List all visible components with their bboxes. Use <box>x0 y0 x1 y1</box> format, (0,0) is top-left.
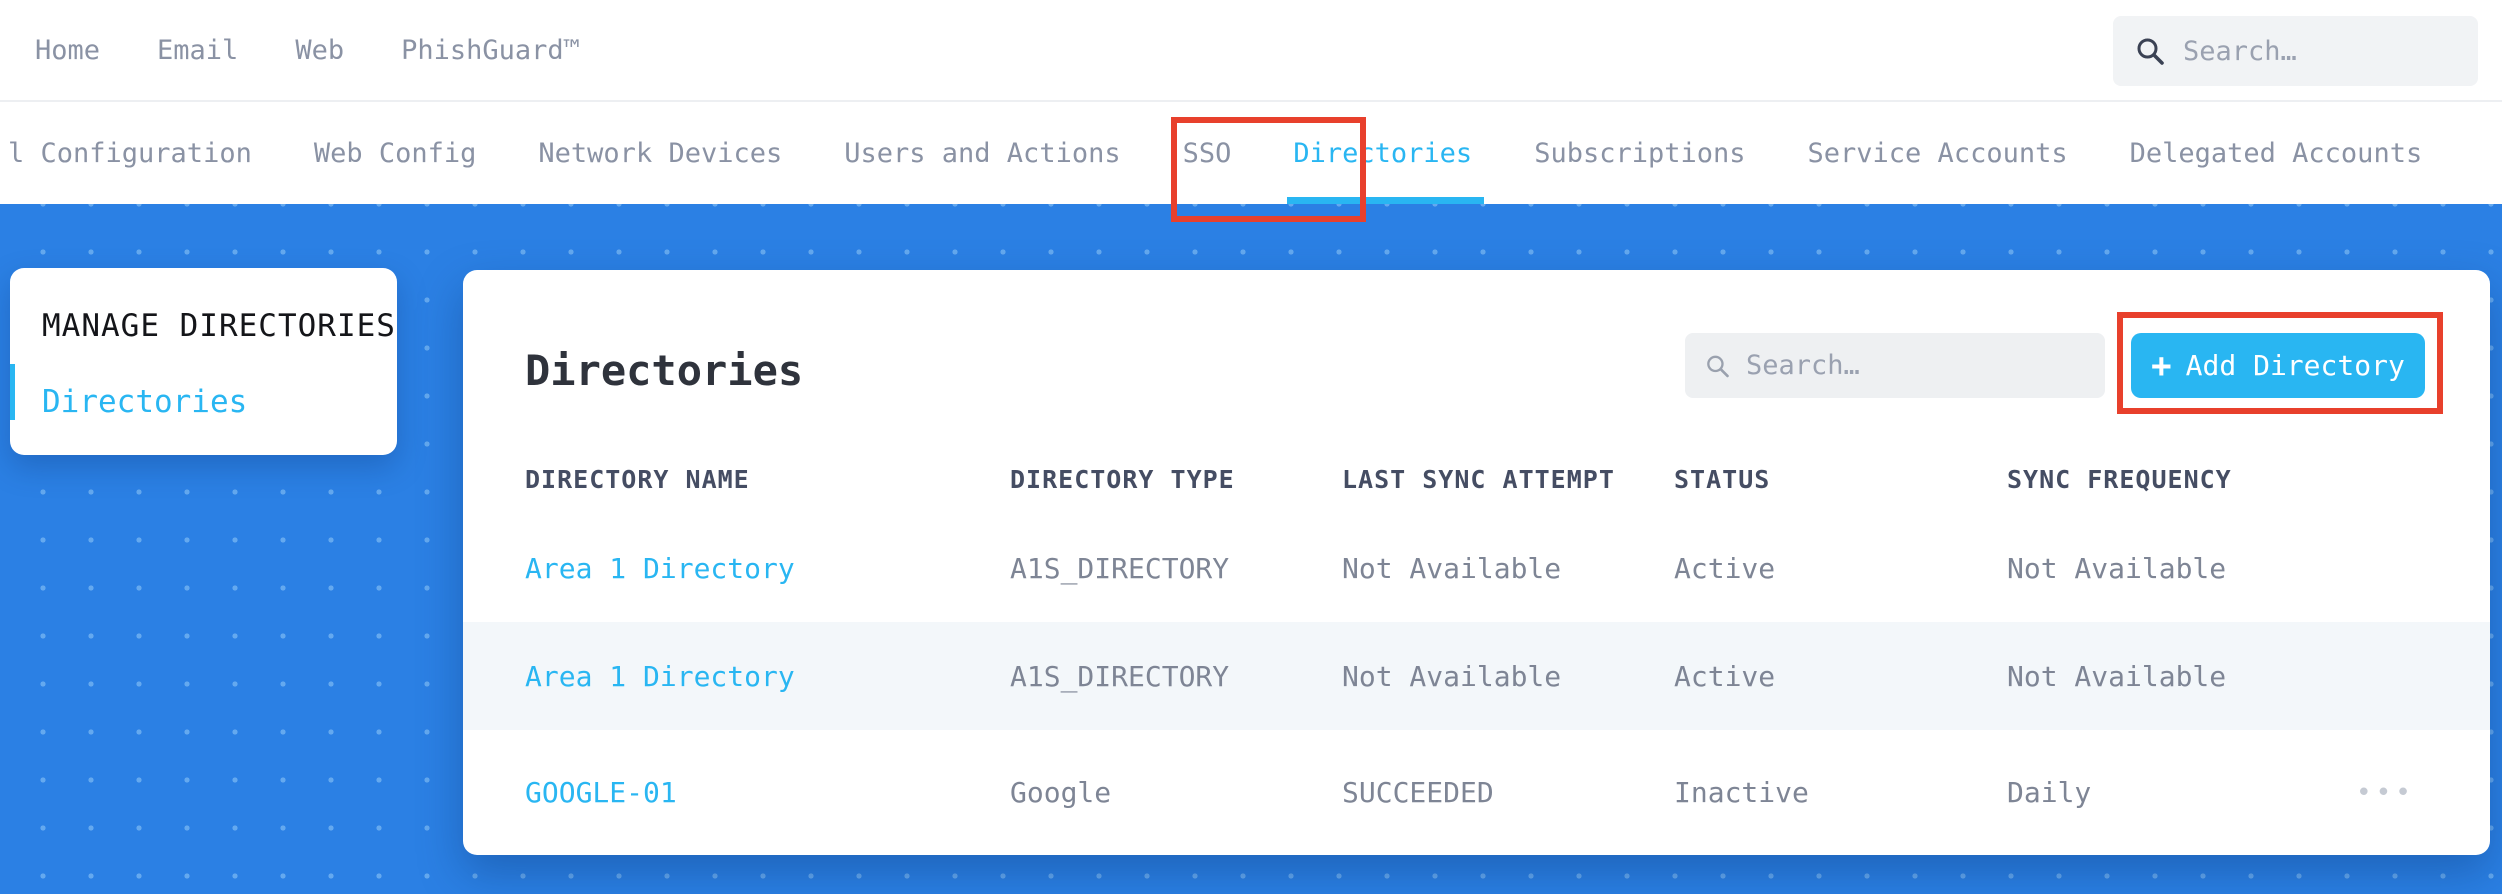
add-directory-button[interactable]: + Add Directory <box>2131 333 2425 398</box>
settings-tab[interactable]: Subscriptions <box>1534 102 1745 204</box>
table-header-row: DIRECTORY NAME DIRECTORY TYPE LAST SYNC … <box>463 445 2490 514</box>
last-sync-cell: SUCCEEDED <box>1342 776 1494 809</box>
last-sync-cell: Not Available <box>1342 659 1562 693</box>
directories-search[interactable] <box>1685 333 2105 398</box>
last-sync-cell: Not Available <box>1342 551 1562 585</box>
column-header: SYNC FREQUENCY <box>2007 465 2232 494</box>
settings-tab-nav: l Configuration Web Config Network Devic… <box>0 102 2502 204</box>
global-search[interactable] <box>2113 16 2478 86</box>
sync-frequency-cell: Not Available <box>2007 659 2227 693</box>
settings-tab[interactable]: Directories <box>1287 102 1484 204</box>
directories-panel: Directories + Add Directory DIR <box>463 270 2490 855</box>
table-row[interactable]: Area 1 Directory A1S_DIRECTORY Not Avail… <box>463 514 2490 622</box>
global-search-input[interactable] <box>2183 35 2456 67</box>
settings-tab[interactable]: Web Config <box>314 102 477 204</box>
table-body: Area 1 Directory A1S_DIRECTORY Not Avail… <box>463 514 2490 855</box>
settings-tab[interactable]: Service Accounts <box>1808 102 2068 204</box>
app-window: Home Email Web PhishGuard™ l Configurati… <box>0 0 2502 894</box>
settings-tab[interactable]: Delegated Accounts <box>2130 102 2423 204</box>
settings-tab[interactable]: Network Devices <box>538 102 782 204</box>
table-row[interactable]: GOOGLE-01 Google SUCCEEDED Inactive Dail… <box>463 730 2490 855</box>
directory-name-link[interactable]: Area 1 Directory <box>525 552 1010 585</box>
sync-frequency-cell: Not Available <box>2007 551 2227 585</box>
sync-frequency-cell: Daily <box>2007 776 2092 809</box>
top-nav-item[interactable]: Email <box>157 35 238 66</box>
sidebar-active-indicator <box>10 364 15 420</box>
directories-search-input[interactable] <box>1745 350 2085 381</box>
column-header: DIRECTORY TYPE <box>1010 465 1235 494</box>
settings-tab[interactable]: l Configuration <box>8 102 252 204</box>
settings-tab[interactable]: Users and Actions <box>844 102 1120 204</box>
top-nav-item[interactable]: Home <box>35 35 100 66</box>
column-header: STATUS <box>1674 465 1771 494</box>
directories-table: DIRECTORY NAME DIRECTORY TYPE LAST SYNC … <box>463 445 2490 855</box>
search-icon <box>2137 38 2164 65</box>
manage-directories-card: MANAGE DIRECTORIES Directories <box>10 268 397 455</box>
sidebar-item-directories[interactable]: Directories <box>42 384 397 420</box>
add-directory-label: Add Directory <box>2185 349 2405 382</box>
top-nav-item[interactable]: PhishGuard™ <box>401 35 580 66</box>
status-cell: Active <box>1674 659 1776 693</box>
settings-tab[interactable]: SSO <box>1183 102 1232 204</box>
plus-icon: + <box>2151 345 2172 386</box>
table-row[interactable]: Area 1 Directory A1S_DIRECTORY Not Avail… <box>463 622 2490 730</box>
directory-name-link[interactable]: Area 1 Directory <box>525 660 1010 693</box>
sidebar-title: MANAGE DIRECTORIES <box>42 308 396 344</box>
page-title: Directories <box>525 346 804 395</box>
directory-type-cell: Google <box>1010 776 1112 809</box>
top-nav-item[interactable]: Web <box>295 35 344 66</box>
directory-name-link[interactable]: GOOGLE-01 <box>525 776 1010 809</box>
content-stage: MANAGE DIRECTORIES Directories Directori… <box>0 204 2502 894</box>
status-cell: Active <box>1674 551 1776 585</box>
search-icon <box>1707 355 1729 377</box>
directory-type-cell: A1S_DIRECTORY <box>1010 551 1230 585</box>
row-actions-menu-icon[interactable]: ••• <box>2356 778 2490 808</box>
directory-type-cell: A1S_DIRECTORY <box>1010 659 1230 693</box>
status-cell: Inactive <box>1674 776 1809 809</box>
column-header: DIRECTORY NAME <box>525 465 750 494</box>
column-header: LAST SYNC ATTEMPT <box>1342 465 1615 494</box>
